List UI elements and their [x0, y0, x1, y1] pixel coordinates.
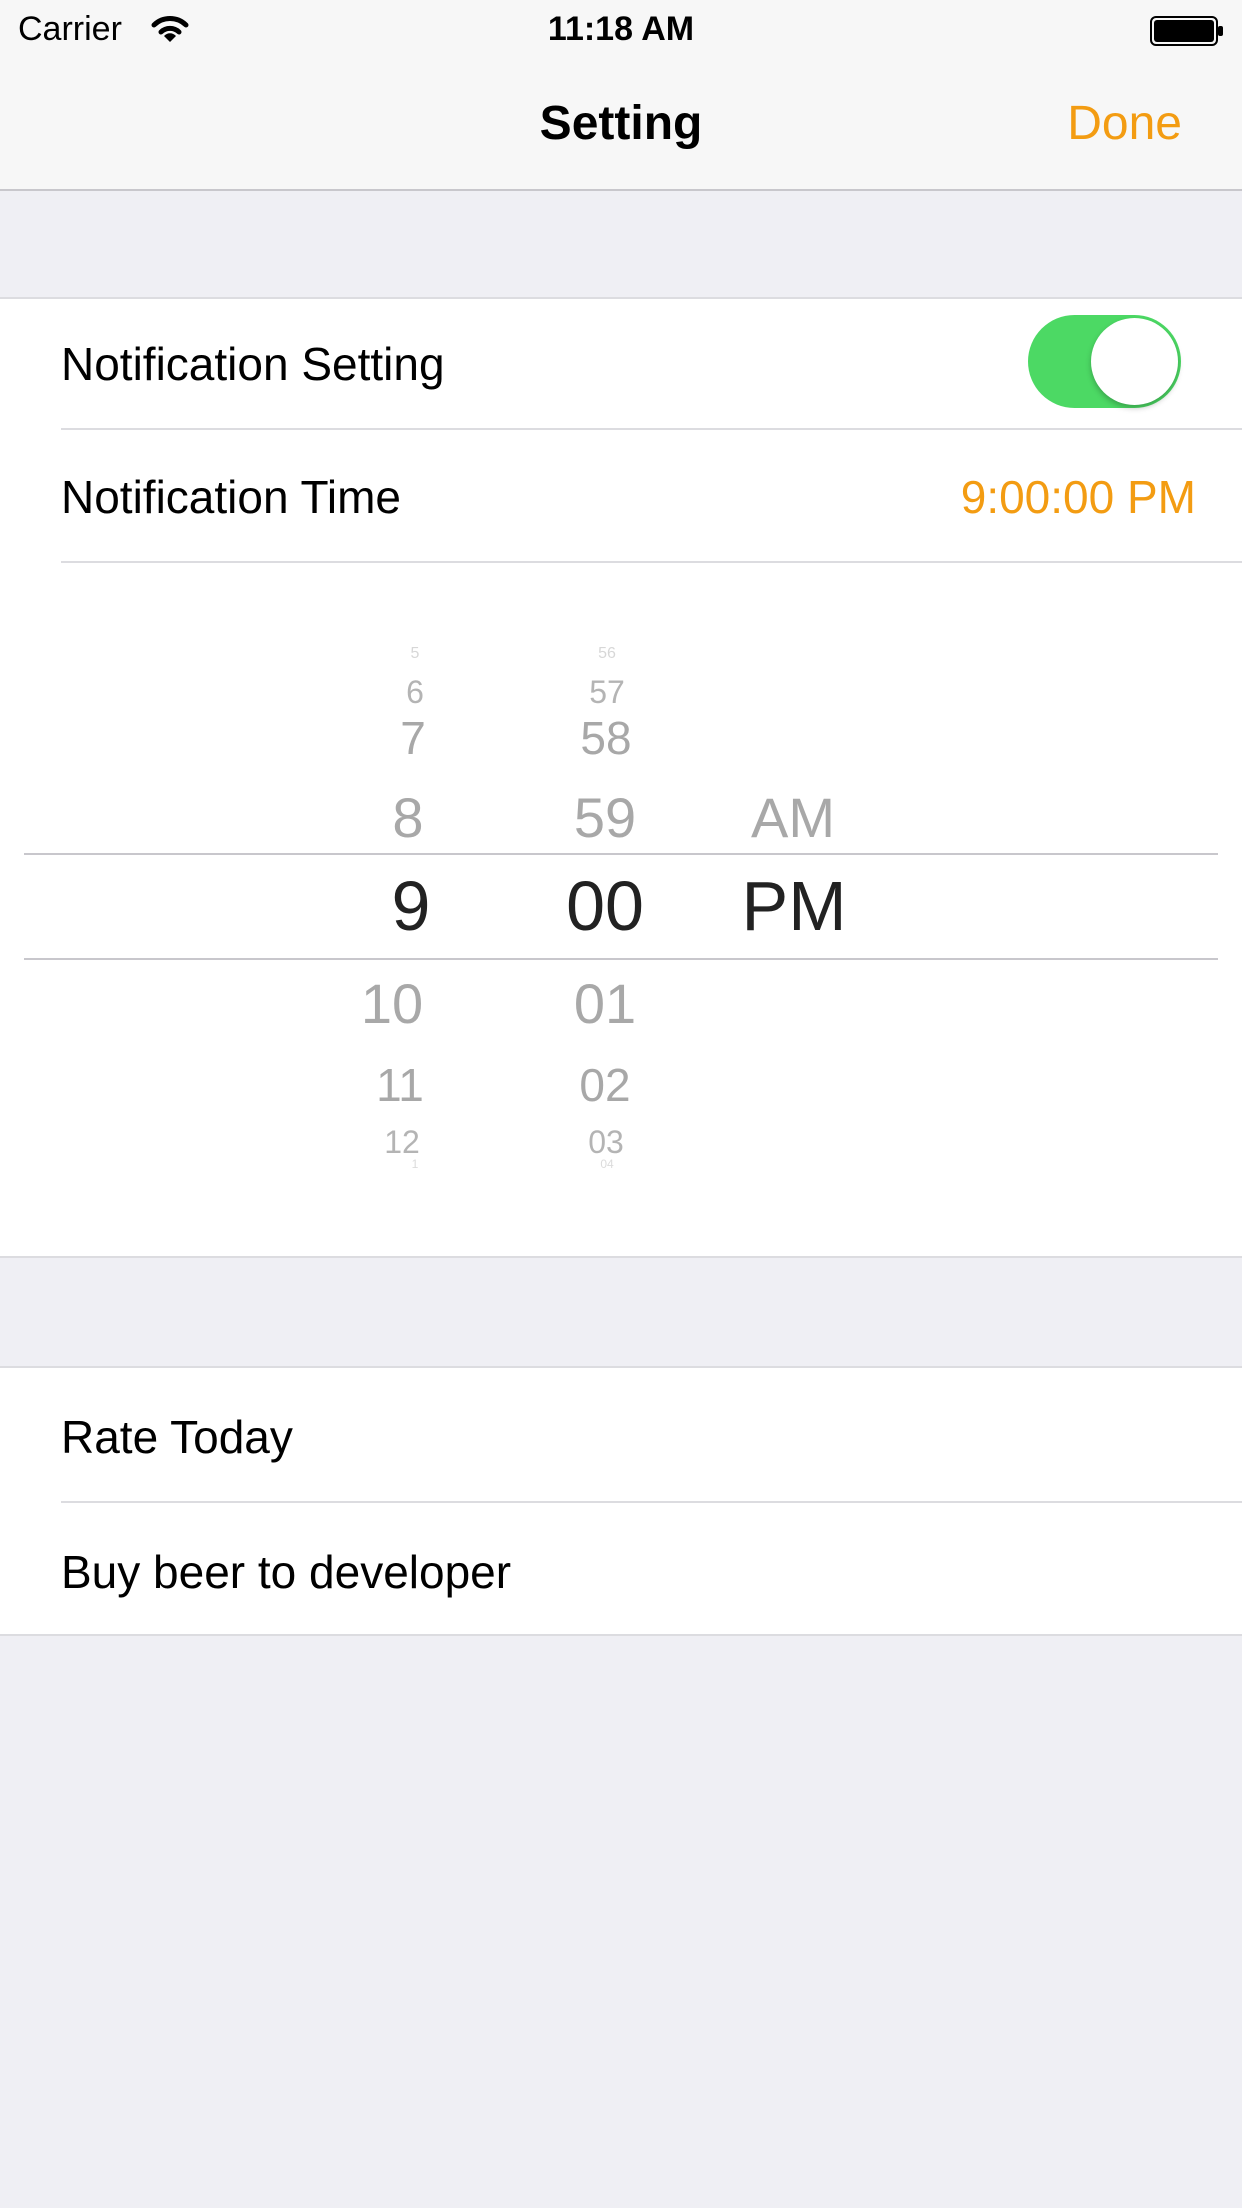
notification-time-value: 9:00:00 PM [960, 471, 1196, 523]
minute-option: 56 [598, 645, 616, 662]
hour-option: 6 [406, 674, 424, 710]
hour-option: 11 [376, 1059, 424, 1111]
notification-setting-row: Notification Setting [0, 299, 1242, 428]
hour-option: 7 [400, 712, 426, 764]
minute-option: 02 [579, 1059, 631, 1111]
hour-option: 8 [392, 786, 424, 849]
selected-hour: 9 [391, 867, 431, 945]
hour-option: 5 [410, 645, 420, 662]
done-button[interactable]: Done [1067, 96, 1182, 151]
status-bar: Carrier 11:18 AM [0, 0, 1242, 60]
hour-option: 10 [360, 972, 424, 1035]
notification-toggle[interactable] [1028, 315, 1181, 408]
picker-top-line [24, 853, 1218, 855]
notification-section: Notification Setting Notification Time 9… [0, 297, 1242, 1258]
minute-option: 01 [573, 972, 637, 1035]
notification-time-row[interactable]: Notification Time 9:00:00 PM [0, 430, 1242, 561]
time-picker[interactable]: 5 6 7 8 9 10 11 12 1 56 57 58 59 00 01 0… [0, 561, 1242, 1171]
selected-minute: 00 [566, 867, 644, 945]
notification-setting-label: Notification Setting [61, 338, 445, 390]
buy-beer-label: Buy beer to developer [61, 1546, 512, 1598]
toggle-knob [1091, 318, 1178, 405]
selected-period: PM [741, 867, 847, 945]
extras-section: Rate Today Buy beer to developer [0, 1366, 1242, 1636]
status-time: 11:18 AM [547, 10, 695, 48]
rate-today-label: Rate Today [61, 1411, 293, 1463]
minute-option: 03 [588, 1124, 624, 1160]
battery-icon [1150, 16, 1223, 46]
minute-option: 04 [600, 1157, 614, 1171]
page-title: Setting [539, 97, 703, 150]
hour-option: 12 [384, 1124, 420, 1160]
picker-bottom-line [24, 958, 1218, 960]
rate-today-row[interactable]: Rate Today [0, 1368, 1242, 1501]
hour-option: 1 [411, 1157, 419, 1171]
period-option-am: AM [751, 786, 835, 849]
navigation-bar: Setting Done [0, 60, 1242, 191]
notification-time-label: Notification Time [61, 471, 402, 523]
buy-beer-row[interactable]: Buy beer to developer [0, 1503, 1242, 1636]
minute-option: 57 [589, 674, 625, 710]
minute-option: 59 [573, 786, 637, 849]
minute-option: 58 [580, 712, 632, 764]
